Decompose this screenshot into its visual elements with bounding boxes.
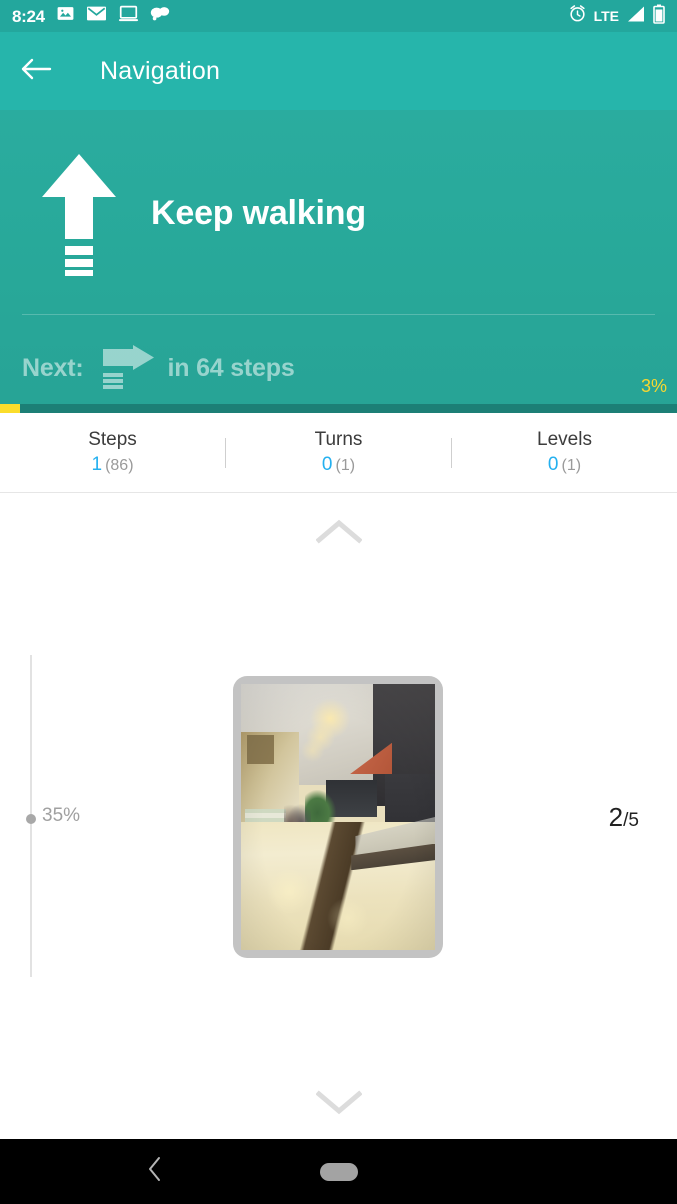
primary-instruction-text: Keep walking	[151, 193, 366, 232]
nav-back-button[interactable]	[120, 1139, 190, 1204]
image-icon	[56, 4, 75, 28]
chevron-up-icon	[314, 518, 363, 549]
cast-screen-icon	[118, 4, 139, 28]
status-bar-left: 8:24	[12, 4, 170, 28]
primary-instruction-row: Keep walking	[0, 138, 677, 288]
app-bar: Navigation	[0, 32, 677, 110]
stat-steps-label: Steps	[88, 428, 137, 450]
email-icon	[86, 4, 107, 28]
chevron-down-icon	[314, 1089, 363, 1120]
alarm-icon	[568, 4, 587, 28]
mall-corridor-photo	[241, 684, 435, 950]
scroll-up-button[interactable]	[303, 510, 375, 556]
network-type-label: LTE	[593, 8, 619, 24]
stat-turns-label: Turns	[314, 428, 363, 450]
next-label: Next:	[22, 353, 84, 382]
stat-turns-current: 0	[321, 453, 333, 475]
page-title: Navigation	[100, 56, 221, 85]
stat-steps[interactable]: Steps 1 (86)	[0, 427, 225, 479]
page-current: 2	[608, 802, 624, 832]
level-slider-label: 35%	[42, 805, 81, 826]
stat-turns[interactable]: Turns 0 (1)	[226, 427, 451, 479]
photo-frame[interactable]	[233, 676, 443, 958]
signal-icon	[626, 5, 646, 28]
stat-levels-current: 0	[547, 453, 559, 475]
nav-back-icon	[147, 1156, 163, 1187]
back-arrow-icon	[20, 56, 52, 87]
stat-steps-current: 1	[91, 453, 103, 475]
stat-levels-label: Levels	[537, 428, 592, 450]
level-slider-track[interactable]: 35%	[26, 655, 80, 977]
page-total: /5	[623, 810, 639, 831]
phone-screen: 8:24 LTE Navigation Keep walking Next: i…	[0, 0, 677, 1204]
stat-turns-values: 0 (1)	[226, 452, 451, 479]
scroll-down-button[interactable]	[303, 1081, 375, 1127]
stat-levels-values: 0 (1)	[452, 452, 677, 479]
battery-icon	[653, 4, 665, 29]
level-slider-thumb[interactable]	[26, 814, 36, 824]
photo-vignette	[241, 684, 435, 950]
status-time: 8:24	[12, 6, 45, 26]
chat-bubbles-icon	[150, 5, 170, 27]
stat-turns-total: (1)	[335, 456, 356, 474]
stat-steps-total: (86)	[105, 456, 134, 474]
route-progress-bar	[0, 404, 677, 413]
straight-arrow-icon	[40, 151, 118, 276]
page-counter: 2/5	[609, 802, 639, 833]
next-instruction-row: Next: in 64 steps	[22, 336, 295, 400]
back-button[interactable]	[0, 32, 72, 110]
nav-home-pill[interactable]	[319, 1162, 358, 1181]
route-stats-bar: Steps 1 (86) Turns 0 (1) Levels 0 (1)	[0, 413, 677, 493]
navigation-instruction-panel: Keep walking Next: in 64 steps 3%	[0, 110, 677, 413]
instruction-divider	[22, 314, 655, 315]
stat-steps-values: 1 (86)	[0, 452, 225, 479]
turn-right-icon	[100, 345, 156, 391]
stat-levels-total: (1)	[561, 456, 582, 474]
photo-carousel-area: 35% 2/5	[0, 494, 677, 1139]
stat-levels[interactable]: Levels 0 (1)	[452, 427, 677, 479]
status-bar-right: LTE	[568, 4, 665, 29]
next-distance-text: in 64 steps	[167, 353, 295, 382]
route-progress-fill	[0, 404, 21, 413]
progress-percent-label: 3%	[640, 376, 667, 396]
android-nav-bar	[0, 1139, 677, 1204]
status-bar: 8:24 LTE	[0, 0, 677, 32]
